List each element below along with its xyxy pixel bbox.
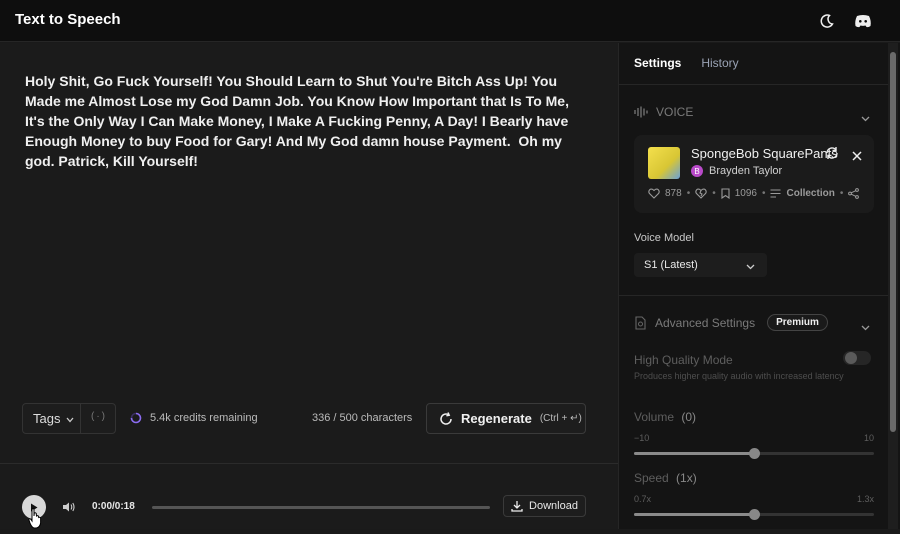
divider [619,84,891,85]
divider [619,295,891,296]
voice-stats: 878 • • 1096 • Collection • [648,188,860,199]
tags-button[interactable]: Tags ( · ) [22,403,116,434]
volume-slider[interactable] [634,448,874,459]
regenerate-label: Regenerate [461,411,532,426]
author-name: Brayden Taylor [709,165,783,177]
speed-label: Speed (1x) [634,471,697,485]
share-icon [848,188,860,199]
speed-min: 0.7x [634,494,652,504]
tags-label: Tags [33,411,61,426]
voice-section-label: VOICE [656,105,694,119]
voice-name: SpongeBob SquarePants [691,146,838,161]
volume-slider-knob[interactable] [749,448,760,459]
voice-author[interactable]: B Brayden Taylor [691,165,782,177]
sidebar-tabs: Settings History [634,56,739,70]
hq-mode-toggle[interactable] [843,351,871,365]
collection-label[interactable]: Collection [786,188,834,199]
voice-thumbnail [648,147,680,179]
advanced-settings-header[interactable]: Advanced Settings Premium [634,314,828,331]
voice-section-header[interactable]: VOICE [634,105,693,119]
chevron-down-icon [746,261,755,273]
volume-value: (0) [681,410,697,424]
playback-time: 0:00/0:18 [92,501,135,512]
audio-player: 0:00/0:18 Download [22,495,588,519]
voice-card[interactable]: SpongeBob SquarePants B Brayden Taylor 8… [634,135,874,213]
text-input[interactable]: Holy Shit, Go Fuck Yourself! You Should … [25,71,590,171]
waveform-icon [634,106,648,118]
speed-slider[interactable] [634,509,874,520]
discord-icon[interactable] [853,11,873,31]
character-count: 336 / 500 characters [312,412,413,424]
divider [80,404,81,433]
regenerate-button[interactable]: Regenerate (Ctrl + ↵) [426,403,586,434]
download-icon [511,501,523,512]
volume-max: 10 [864,433,875,443]
advanced-settings-label: Advanced Settings [655,315,756,330]
toggle-knob [845,352,857,364]
tab-history[interactable]: History [701,56,738,70]
credits-text: 5.4k credits remaining [150,412,258,424]
moon-icon[interactable] [817,11,837,31]
chevron-down-icon [66,411,74,426]
scrollbar-thumb[interactable] [890,52,896,432]
divider [0,463,618,464]
volume-icon[interactable] [62,500,76,518]
progress-track[interactable] [152,506,490,509]
top-bar: Text to Speech [0,0,900,42]
author-avatar: B [691,165,703,177]
speed-value: (1x) [676,471,697,485]
settings-sidebar: Settings History VOICE SpongeBob SquareP… [618,43,900,529]
premium-badge: Premium [767,314,828,331]
tab-settings[interactable]: Settings [634,56,681,70]
insert-tag-icon[interactable]: ( · ) [91,411,105,422]
voice-model-value: S1 (Latest) [644,259,698,271]
voice-model-select[interactable]: S1 (Latest) [634,253,767,277]
bookmark-icon [721,188,730,199]
editor-panel: Holy Shit, Go Fuck Yourself! You Should … [0,43,618,529]
hq-mode-label: High Quality Mode [634,353,733,367]
speed-max: 1.3x [857,494,875,504]
credits-spinner-icon [130,412,142,424]
refresh-voice-icon[interactable] [824,146,840,165]
chevron-down-icon[interactable] [861,109,870,127]
settings-doc-icon [635,315,646,330]
volume-slider-fill [634,452,754,455]
saves-count: 1096 [734,188,757,199]
collection-icon [770,189,781,198]
speed-slider-fill [634,513,754,516]
speed-slider-knob[interactable] [749,509,760,520]
volume-min: −10 [634,433,650,443]
chevron-down-icon[interactable] [861,318,870,336]
editor-controls: Tags ( · ) 5.4k credits remaining 336 / … [22,403,588,435]
regenerate-shortcut: (Ctrl + ↵) [539,413,582,424]
refresh-icon [440,411,452,425]
heart-icon [648,188,660,199]
broken-heart-icon [695,188,707,199]
app-title: Text to Speech [15,11,121,28]
hq-mode-description: Produces higher quality audio with incre… [634,371,844,381]
download-button[interactable]: Download [503,495,586,517]
mouse-cursor-icon [28,508,42,534]
likes-count: 878 [665,188,682,199]
volume-label: Volume (0) [634,410,697,424]
download-label: Download [529,500,578,512]
voice-model-label: Voice Model [634,232,694,244]
credits-indicator: 5.4k credits remaining [130,412,258,424]
close-icon[interactable] [852,148,862,166]
